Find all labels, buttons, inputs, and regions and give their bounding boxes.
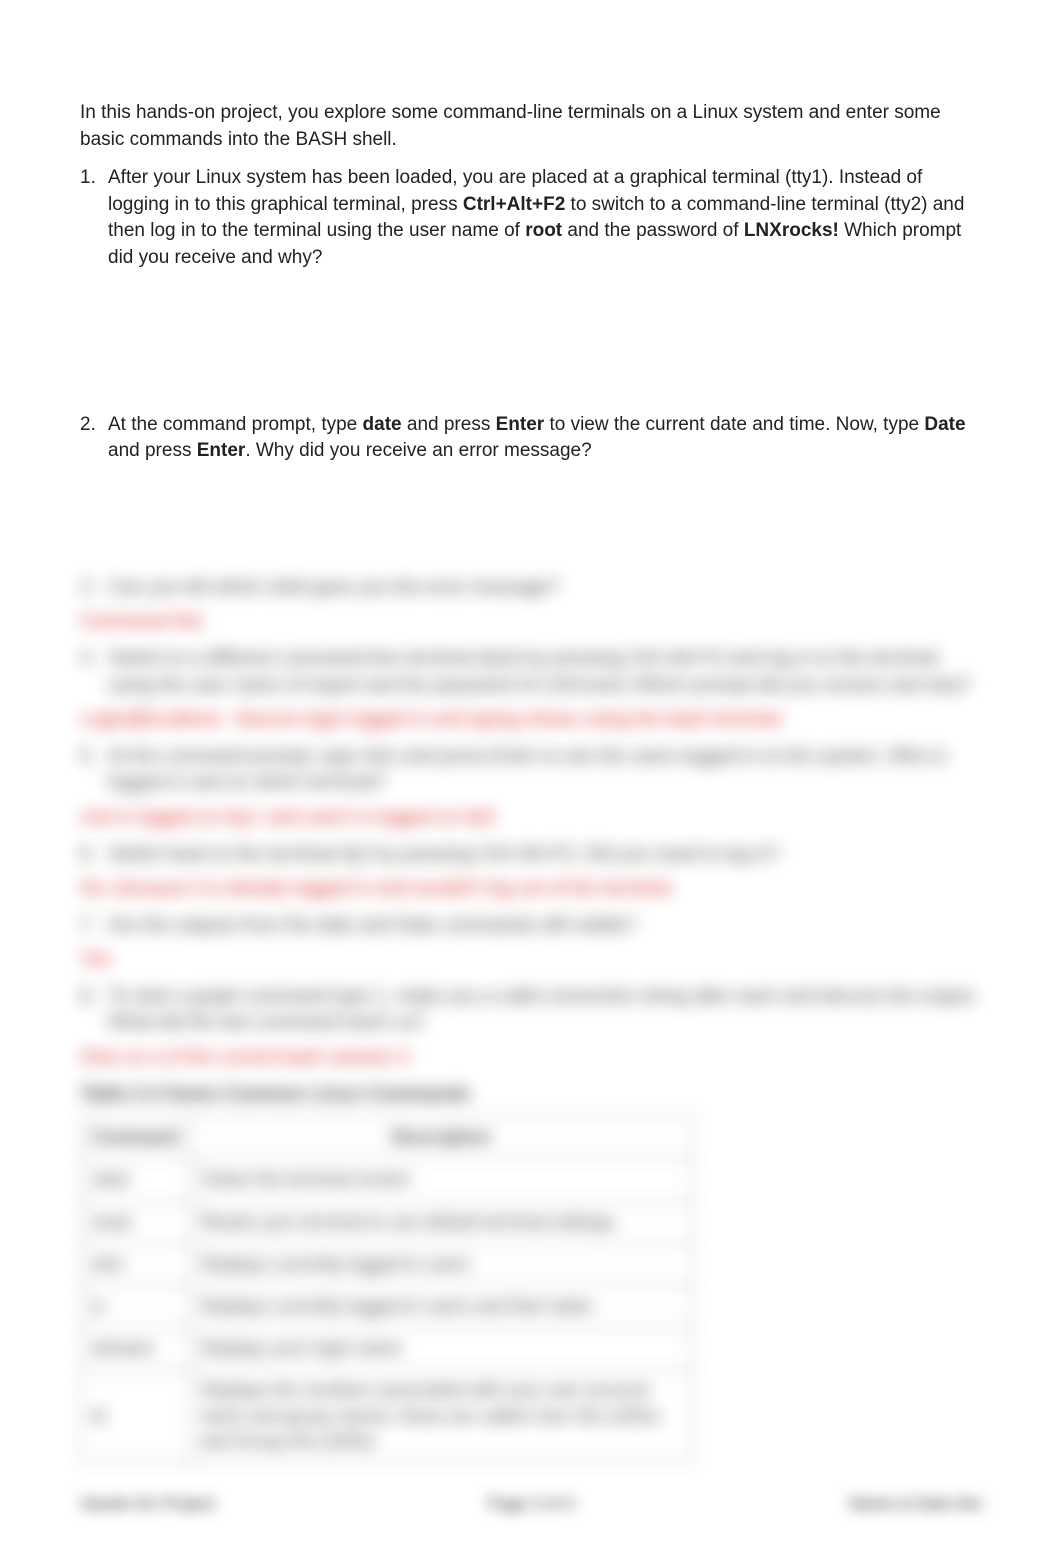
footer-right: Name & Date line: [849, 1492, 982, 1516]
question-1-number: 1.: [80, 165, 108, 271]
question-2-number: 2.: [80, 412, 108, 465]
question-1-content: After your Linux system has been loaded,…: [108, 165, 982, 271]
question-2-content: At the command prompt, type date and pre…: [108, 412, 982, 465]
intro-paragraph: In this hands-on project, you explore so…: [80, 100, 982, 153]
question-2: 2. At the command prompt, type date and …: [80, 412, 982, 465]
page-footer: Hands-On Project Page 3 of 4 Name & Date…: [80, 1492, 982, 1516]
question-1: 1. After your Linux system has been load…: [80, 165, 982, 271]
blurred-content: 3. Can you tell which shell gave you the…: [80, 575, 982, 1463]
commands-table: Command Description clearClears the term…: [80, 1116, 693, 1463]
footer-center: Page 3 of 4: [488, 1492, 575, 1516]
footer-left: Hands-On Project: [80, 1492, 215, 1516]
